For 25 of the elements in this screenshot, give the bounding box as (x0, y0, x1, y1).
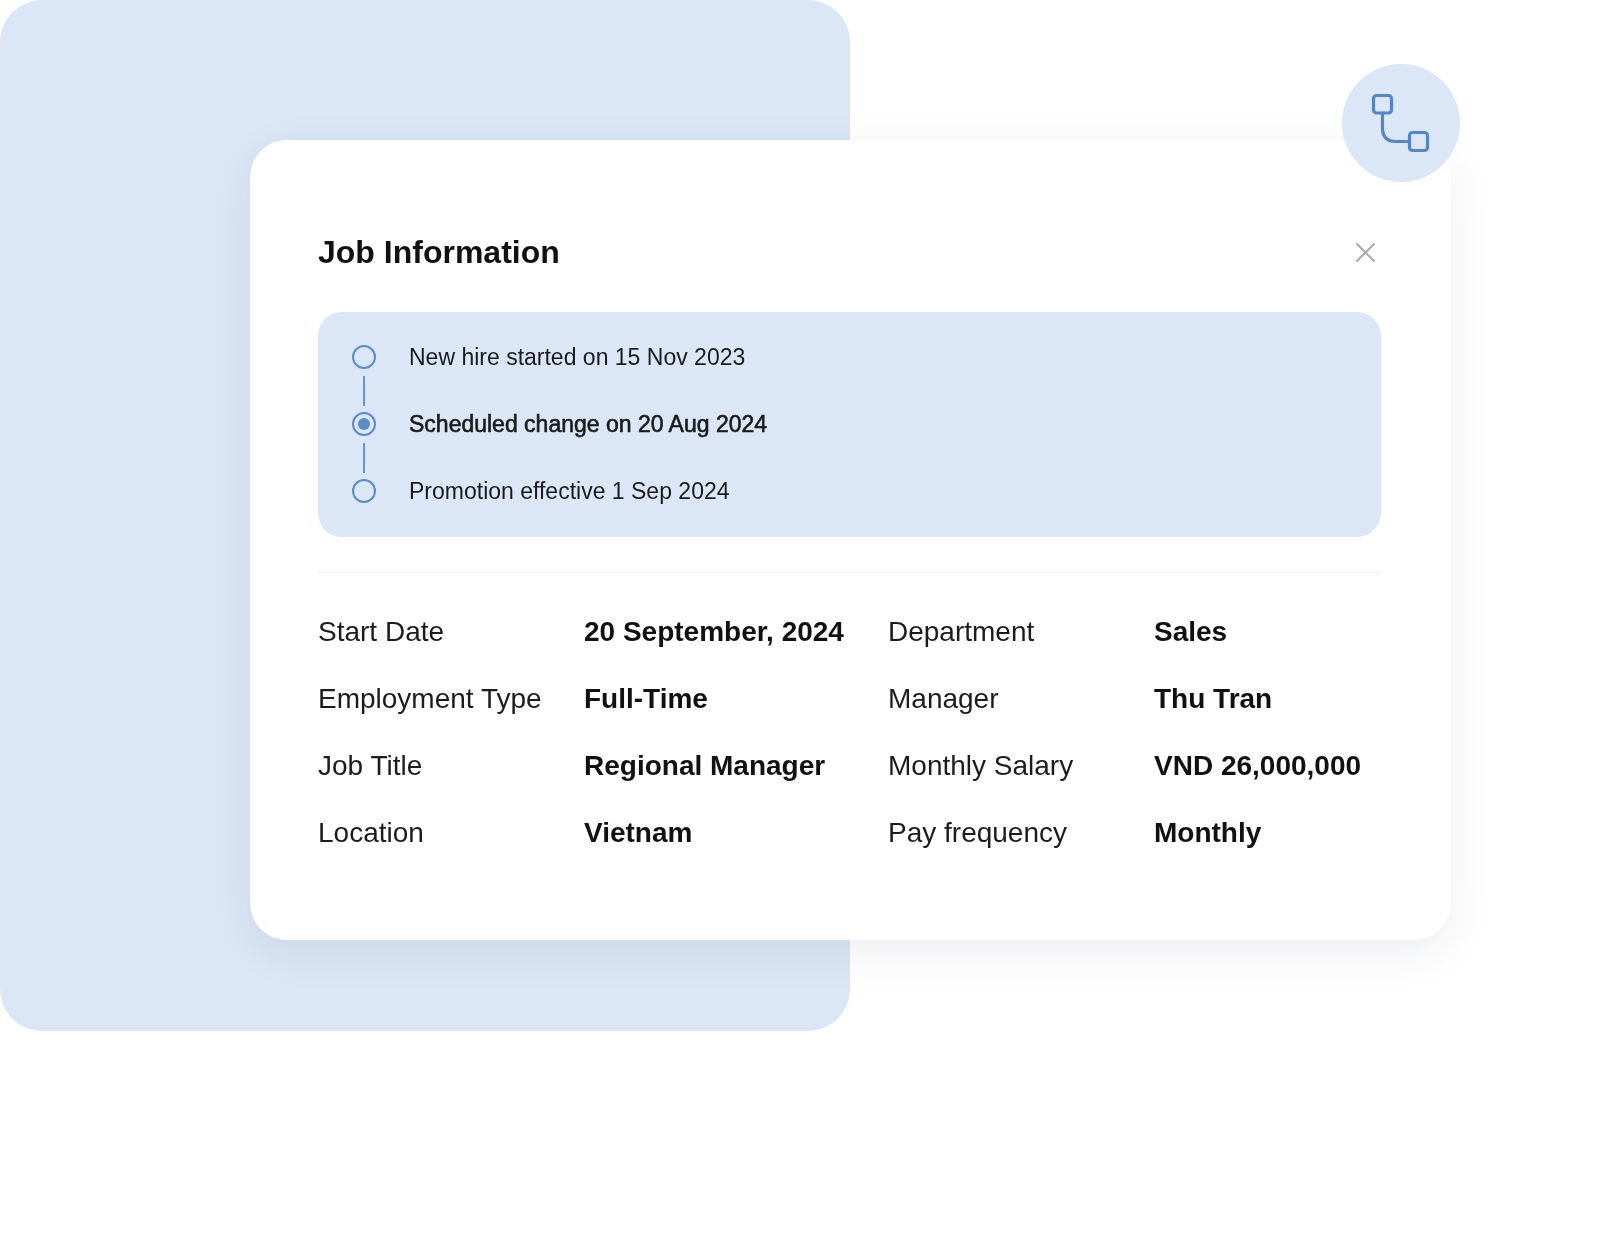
close-button[interactable] (1355, 242, 1375, 262)
timeline-event: Promotion effective 1 Sep 2024 (409, 478, 730, 504)
field-value: Monthly (1154, 816, 1262, 850)
field-label: Employment Type (318, 682, 542, 716)
field-label: Department (888, 615, 1035, 649)
field-label: Location (318, 816, 424, 850)
field-value: Full-Time (584, 682, 708, 716)
field-label: Manager (888, 682, 999, 716)
field-value: Regional Manager (584, 749, 826, 783)
field-label: Pay frequency (888, 816, 1067, 850)
field-value: VND 26,000,000 (1154, 749, 1362, 783)
timeline-connector (363, 375, 365, 406)
field-value: Vietnam (584, 816, 693, 850)
field-label: Monthly Salary (888, 749, 1074, 783)
timeline-event: New hire started on 15 Nov 2023 (409, 344, 746, 370)
timeline-event: Scheduled change on 20 Aug 2024 (409, 411, 768, 437)
dialog-title: Job Information (318, 234, 560, 270)
field-label: Job Title (318, 749, 423, 783)
field-label: Start Date (318, 615, 445, 649)
field-value: 20 September, 2024 (584, 615, 844, 649)
close-icon (1355, 242, 1375, 262)
field-value: Thu Tran (1154, 682, 1273, 716)
linked-nodes-icon (1342, 64, 1460, 182)
timeline-connector (363, 442, 365, 473)
field-value: Sales (1154, 615, 1228, 649)
